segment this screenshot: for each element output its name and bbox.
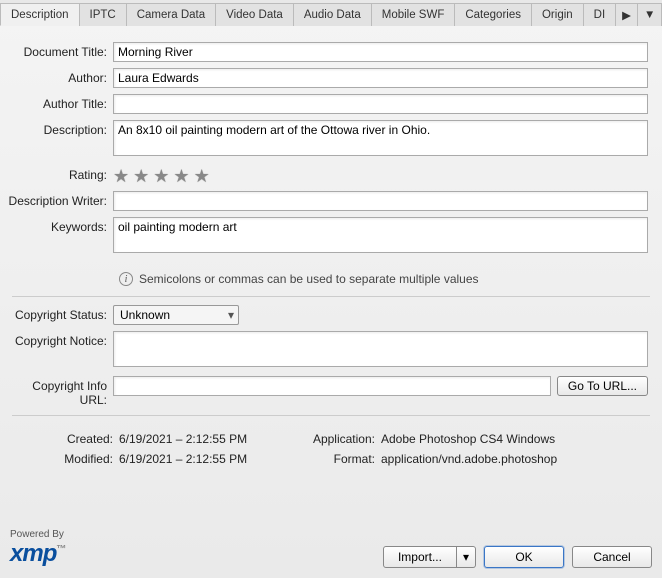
go-to-url-button[interactable]: Go To URL... [557, 376, 648, 396]
star-2-icon[interactable]: ★ [133, 167, 149, 185]
powered-by-label: Powered By [10, 529, 65, 540]
tab-iptc[interactable]: IPTC [79, 3, 127, 26]
modified-value: 6/19/2021 – 2:12:55 PM [119, 452, 279, 466]
copyright-notice-textarea[interactable] [113, 331, 648, 367]
created-value: 6/19/2021 – 2:12:55 PM [119, 432, 279, 446]
powered-by-block: Powered By xmp™ [10, 529, 65, 568]
description-writer-label: Description Writer: [8, 191, 113, 208]
tab-video-data[interactable]: Video Data [215, 3, 294, 26]
star-3-icon[interactable]: ★ [153, 167, 169, 185]
chevron-down-icon: ▾ [224, 308, 238, 322]
tab-description[interactable]: Description [0, 3, 80, 26]
copyright-url-input[interactable] [113, 376, 551, 396]
tab-camera-data[interactable]: Camera Data [126, 3, 216, 26]
tab-di[interactable]: DI [583, 3, 617, 26]
description-label: Description: [8, 120, 113, 137]
format-label: Format: [285, 452, 375, 466]
author-label: Author: [8, 68, 113, 85]
rating-stars[interactable]: ★ ★ ★ ★ ★ [113, 165, 648, 185]
author-input[interactable] [113, 68, 648, 88]
tab-scroll-right[interactable]: ▶ [615, 3, 638, 26]
author-title-input[interactable] [113, 94, 648, 114]
xmp-logo: xmp™ [10, 540, 65, 568]
ok-button[interactable]: OK [484, 546, 564, 568]
application-label: Application: [285, 432, 375, 446]
dialog-footer: Powered By xmp™ Import... ▾ OK Cancel [10, 529, 652, 568]
copyright-status-label: Copyright Status: [8, 305, 113, 322]
import-button[interactable]: Import... [383, 546, 457, 568]
star-1-icon[interactable]: ★ [113, 167, 129, 185]
star-4-icon[interactable]: ★ [173, 167, 189, 185]
created-label: Created: [8, 432, 113, 446]
tab-audio-data[interactable]: Audio Data [293, 3, 372, 26]
tab-categories[interactable]: Categories [454, 3, 532, 26]
copyright-notice-label: Copyright Notice: [8, 331, 113, 348]
copyright-url-label: Copyright Info URL: [8, 376, 113, 407]
tab-mobile-swf[interactable]: Mobile SWF [371, 3, 456, 26]
format-value: application/vnd.adobe.photoshop [381, 452, 648, 466]
document-title-label: Document Title: [8, 42, 113, 59]
tab-bar: Description IPTC Camera Data Video Data … [0, 0, 662, 26]
copyright-status-select[interactable]: Unknown ▾ [113, 305, 239, 325]
copyright-status-dropdown[interactable]: Unknown [114, 306, 224, 324]
info-icon: i [119, 272, 133, 286]
tab-menu-dropdown[interactable]: ▼ [637, 3, 662, 26]
description-panel: Document Title: Author: Author Title: De… [0, 26, 662, 476]
document-title-input[interactable] [113, 42, 648, 62]
modified-label: Modified: [8, 452, 113, 466]
author-title-label: Author Title: [8, 94, 113, 111]
file-info-dialog: Description IPTC Camera Data Video Data … [0, 0, 662, 578]
keywords-label: Keywords: [8, 217, 113, 234]
separator-2 [12, 415, 650, 416]
keywords-textarea[interactable]: oil painting modern art [113, 217, 648, 253]
description-textarea[interactable]: An 8x10 oil painting modern art of the O… [113, 120, 648, 156]
rating-label: Rating: [8, 165, 113, 182]
description-writer-input[interactable] [113, 191, 648, 211]
keywords-hint: Semicolons or commas can be used to sepa… [139, 272, 479, 286]
tab-origin[interactable]: Origin [531, 3, 584, 26]
star-5-icon[interactable]: ★ [194, 167, 210, 185]
import-dropdown-icon[interactable]: ▾ [457, 546, 476, 568]
application-value: Adobe Photoshop CS4 Windows [381, 432, 648, 446]
separator-1 [12, 296, 650, 297]
cancel-button[interactable]: Cancel [572, 546, 652, 568]
file-metadata: Created: 6/19/2021 – 2:12:55 PM Applicat… [8, 424, 654, 466]
